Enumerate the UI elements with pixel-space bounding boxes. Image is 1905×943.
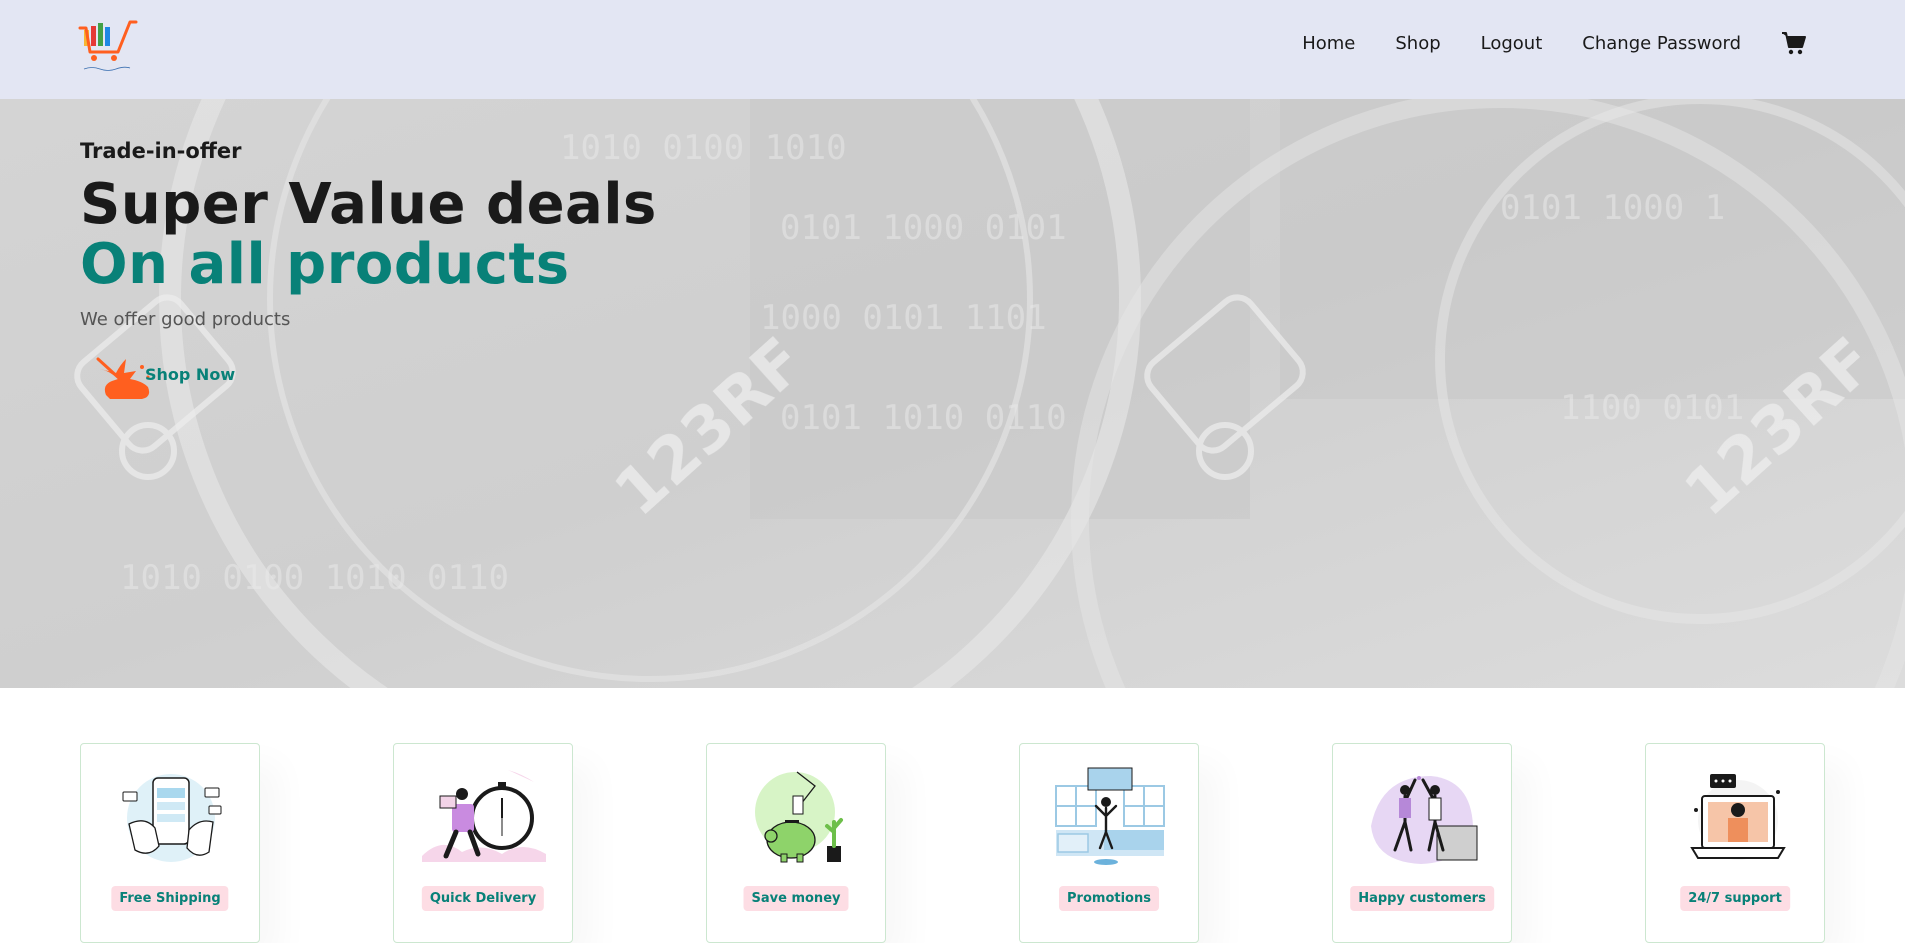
feature-card-promotions: Promotions <box>1019 743 1199 943</box>
feature-label-quick-delivery: Quick Delivery <box>421 886 545 911</box>
shop-now-button[interactable]: Shop Now <box>96 351 246 403</box>
svg-text:0101 1000 0101: 0101 1000 0101 <box>780 208 1067 248</box>
feature-card-free-shipping: Free Shipping <box>80 743 260 943</box>
svg-text:1100 0101: 1100 0101 <box>1560 388 1744 428</box>
phone-payment-illustration <box>122 774 222 862</box>
feature-label-save-money: Save money <box>743 886 849 911</box>
feature-label-promotions: Promotions <box>1059 886 1159 911</box>
logo[interactable] <box>78 18 140 74</box>
feature-card-quick-delivery: Quick Delivery <box>393 743 573 943</box>
support-laptop-illustration <box>1690 774 1786 860</box>
hero-banner: 1010 0100 1010 0101 1000 0101 1000 0101 … <box>0 99 1905 688</box>
feature-label-happy-customers: Happy customers <box>1350 886 1494 911</box>
hero-tagline: Trade-in-offer <box>80 139 242 163</box>
hero-content: Trade-in-offer Super Value deals On all … <box>80 139 657 330</box>
nav-home[interactable]: Home <box>1302 33 1355 54</box>
svg-text:0101 1010 0110: 0101 1010 0110 <box>780 398 1067 438</box>
svg-text:0101 1000 1: 0101 1000 1 <box>1500 188 1725 228</box>
main-nav: Home Shop Logout Change Password <box>1262 30 1807 56</box>
cart-logo-icon <box>78 20 138 71</box>
high-five-illustration <box>1371 776 1478 864</box>
delivery-clock-illustration <box>422 770 546 862</box>
feature-card-happy-customers: Happy customers <box>1332 743 1512 943</box>
feature-label-free-shipping: Free Shipping <box>111 886 229 911</box>
features-section: Free Shipping Quick Delivery Save money … <box>80 743 1825 943</box>
nav-logout[interactable]: Logout <box>1481 33 1543 54</box>
feature-label-support: 24/7 support <box>1680 886 1790 911</box>
nav-shop[interactable]: Shop <box>1395 33 1440 54</box>
hero-subtitle: On all products <box>80 232 570 297</box>
svg-text:1010 0100 1010 0110: 1010 0100 1010 0110 <box>120 558 509 598</box>
shopping-cart-icon[interactable] <box>1781 30 1807 56</box>
feature-card-support: 24/7 support <box>1645 743 1825 943</box>
svg-text:1000 0101 1101: 1000 0101 1101 <box>760 298 1047 338</box>
nav-change-password[interactable]: Change Password <box>1582 33 1741 54</box>
shop-now-label: Shop Now <box>145 365 236 384</box>
hero-description: We offer good products <box>80 309 291 330</box>
hero-title: Super Value deals <box>80 172 657 237</box>
piggy-bank-illustration <box>755 771 843 863</box>
feature-card-save-money: Save money <box>706 743 886 943</box>
promotions-illustration <box>1055 767 1165 865</box>
site-header: Home Shop Logout Change Password <box>0 0 1905 99</box>
